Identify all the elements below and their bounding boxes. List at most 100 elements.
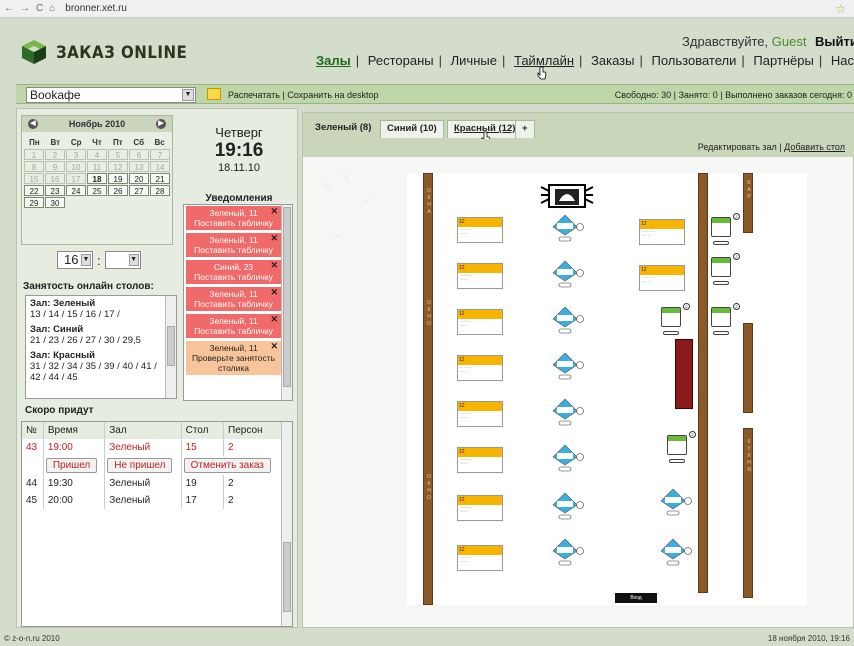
calendar-day[interactable]: 13 bbox=[129, 161, 149, 172]
user-name: Guest bbox=[771, 34, 807, 49]
calendar-day[interactable]: 24 bbox=[66, 185, 86, 196]
scrollbar[interactable] bbox=[281, 205, 292, 400]
calendar-day[interactable]: 15 bbox=[24, 173, 44, 184]
soon-header-row: № Время Зал Стол Персон bbox=[22, 422, 282, 439]
chevron-down-icon[interactable]: ▼ bbox=[81, 254, 91, 266]
calendar-day[interactable]: 22 bbox=[24, 185, 44, 196]
calendar-day[interactable]: 7 bbox=[150, 149, 170, 160]
occupancy-list[interactable]: Зал: Зеленый 13 / 14 / 15 / 16 / 17 / За… bbox=[25, 295, 177, 399]
notification-item[interactable]: ✕ Зеленый, 11 Проверьте занятость столика bbox=[186, 341, 281, 375]
print-link[interactable]: Распечатать bbox=[228, 90, 280, 100]
weekday: Чт bbox=[92, 138, 102, 147]
cancel-order-button[interactable]: Отменить заказ bbox=[183, 458, 271, 473]
browser-bar: ← → C ⌂ bronner.xet.ru ☆ bbox=[0, 0, 854, 18]
close-icon[interactable]: ✕ bbox=[270, 287, 278, 298]
col-header: № bbox=[22, 422, 44, 439]
nav-restaurants[interactable]: Рестораны bbox=[368, 53, 434, 68]
calendar-day[interactable]: 18 bbox=[87, 173, 107, 184]
hand-cursor-icon bbox=[537, 66, 547, 80]
nav-users[interactable]: Пользователи bbox=[652, 53, 737, 68]
table-row[interactable]: 44 19:30 Зеленый 19 2 bbox=[22, 475, 282, 492]
chevron-down-icon[interactable]: ▼ bbox=[182, 89, 194, 101]
chevron-down-icon[interactable]: ▼ bbox=[128, 254, 139, 266]
col-header: Стол bbox=[181, 422, 225, 439]
notification-line2: Поставить табличку bbox=[194, 272, 273, 282]
close-icon[interactable]: ✕ bbox=[270, 206, 278, 217]
soon-table: № Время Зал Стол Персон 43 19:00 Зеленый… bbox=[21, 421, 293, 627]
calendar-day[interactable]: 16 bbox=[45, 173, 65, 184]
calendar-week: 8 9 10 11 12 13 14 bbox=[24, 161, 170, 172]
close-icon[interactable]: ✕ bbox=[270, 260, 278, 271]
prev-month-icon[interactable]: ◀ bbox=[28, 119, 38, 129]
calendar-day[interactable]: 12 bbox=[108, 161, 128, 172]
notification-line2: Проверьте занятость столика bbox=[191, 353, 276, 373]
calendar-day[interactable]: 28 bbox=[150, 185, 170, 196]
scrollbar[interactable] bbox=[281, 422, 292, 626]
calendar-day[interactable]: 23 bbox=[45, 185, 65, 196]
nav-personal[interactable]: Личные bbox=[451, 53, 497, 68]
weekday: Пт bbox=[113, 138, 123, 147]
calendar-day[interactable]: 29 bbox=[24, 197, 44, 208]
reload-icon[interactable]: C bbox=[36, 3, 43, 14]
came-button[interactable]: Пришел bbox=[45, 458, 98, 473]
notification-line2: Поставить табличку bbox=[194, 299, 273, 309]
not-came-button[interactable]: Не пришел bbox=[107, 458, 173, 473]
notification-item[interactable]: ✕ Зеленый, 11 Поставить табличку bbox=[186, 314, 281, 338]
calendar-day[interactable]: 20 bbox=[129, 173, 149, 184]
notification-item[interactable]: ✕ Зеленый, 11 Поставить табличку bbox=[186, 233, 281, 257]
calendar-day[interactable]: 9 bbox=[45, 161, 65, 172]
next-month-icon[interactable]: ▶ bbox=[156, 119, 166, 129]
close-icon[interactable]: ✕ bbox=[270, 341, 278, 352]
table-row[interactable]: 43 19:00 Зеленый 15 2 bbox=[22, 439, 282, 456]
save-desktop-link[interactable]: Сохранить на desktop bbox=[287, 90, 378, 100]
close-icon[interactable]: ✕ bbox=[270, 233, 278, 244]
close-icon[interactable]: ✕ bbox=[270, 314, 278, 325]
hour-select[interactable]: 16 ▼ bbox=[57, 251, 93, 269]
restaurant-select[interactable]: Bookафе ▼ bbox=[26, 87, 196, 103]
calendar-day[interactable]: 25 bbox=[87, 185, 107, 196]
nav-halls[interactable]: Залы bbox=[316, 53, 351, 68]
calendar-weekdays: Пн Вт Ср Чт Пт Сб Вс bbox=[22, 132, 172, 147]
back-icon[interactable]: ← bbox=[4, 3, 14, 14]
calendar-day[interactable]: 21 bbox=[150, 173, 170, 184]
cell-table: 19 bbox=[181, 475, 225, 492]
weekday: Ср bbox=[70, 138, 82, 147]
calendar-day[interactable]: 27 bbox=[129, 185, 149, 196]
calendar-day[interactable]: 11 bbox=[87, 161, 107, 172]
time-colon: : bbox=[97, 252, 101, 268]
calendar-day[interactable]: 19 bbox=[108, 173, 128, 184]
exit-link[interactable]: Выйти bbox=[815, 34, 854, 49]
toolbar: Bookафе ▼ Распечатать | Сохранить на des… bbox=[16, 84, 854, 104]
calendar-day[interactable]: 8 bbox=[24, 161, 44, 172]
calendar-day[interactable]: 3 bbox=[66, 149, 86, 160]
calendar-day[interactable]: 2 bbox=[45, 149, 65, 160]
calendar-day[interactable]: 14 bbox=[150, 161, 170, 172]
minute-select[interactable]: ▼ bbox=[104, 251, 141, 269]
calendar-day[interactable]: 1 bbox=[24, 149, 44, 160]
bookmark-star-icon[interactable]: ☆ bbox=[835, 2, 846, 16]
address-bar[interactable]: bronner.xet.ru bbox=[65, 3, 127, 14]
calendar-day[interactable]: 5 bbox=[108, 149, 128, 160]
col-header: Время bbox=[43, 422, 106, 439]
calendar-day[interactable]: 17 bbox=[66, 173, 86, 184]
calendar-week: 15 16 17 18 19 20 21 bbox=[24, 173, 170, 184]
notification-item[interactable]: ✕ Зеленый, 11 Поставить табличку bbox=[186, 287, 281, 311]
calendar-day[interactable]: 30 bbox=[45, 197, 65, 208]
notification-item[interactable]: ✕ Зеленый, 11 Поставить табличку bbox=[186, 206, 281, 230]
forward-icon[interactable]: → bbox=[20, 3, 30, 14]
calendar-day[interactable]: 4 bbox=[87, 149, 107, 160]
nav-orders[interactable]: Заказы bbox=[591, 53, 634, 68]
notification-item[interactable]: ✕ Синий, 23 Поставить табличку bbox=[186, 260, 281, 284]
home-icon[interactable]: ⌂ bbox=[49, 3, 55, 14]
calendar-day[interactable]: 10 bbox=[66, 161, 86, 172]
table-row[interactable]: 45 20:00 Зеленый 17 2 bbox=[22, 492, 282, 509]
calendar-day[interactable]: 6 bbox=[129, 149, 149, 160]
logo[interactable]: ЗАКАЗ ONLINE bbox=[20, 38, 187, 66]
scrollbar[interactable] bbox=[165, 296, 176, 398]
cell-hall: Зеленый bbox=[104, 492, 182, 509]
nav-settings[interactable]: Настройки bbox=[831, 53, 854, 68]
cell-hall: Зеленый bbox=[104, 475, 182, 492]
nav-partners[interactable]: Партнёры bbox=[753, 53, 813, 68]
print-icon[interactable] bbox=[207, 88, 221, 100]
calendar-day[interactable]: 26 bbox=[108, 185, 128, 196]
